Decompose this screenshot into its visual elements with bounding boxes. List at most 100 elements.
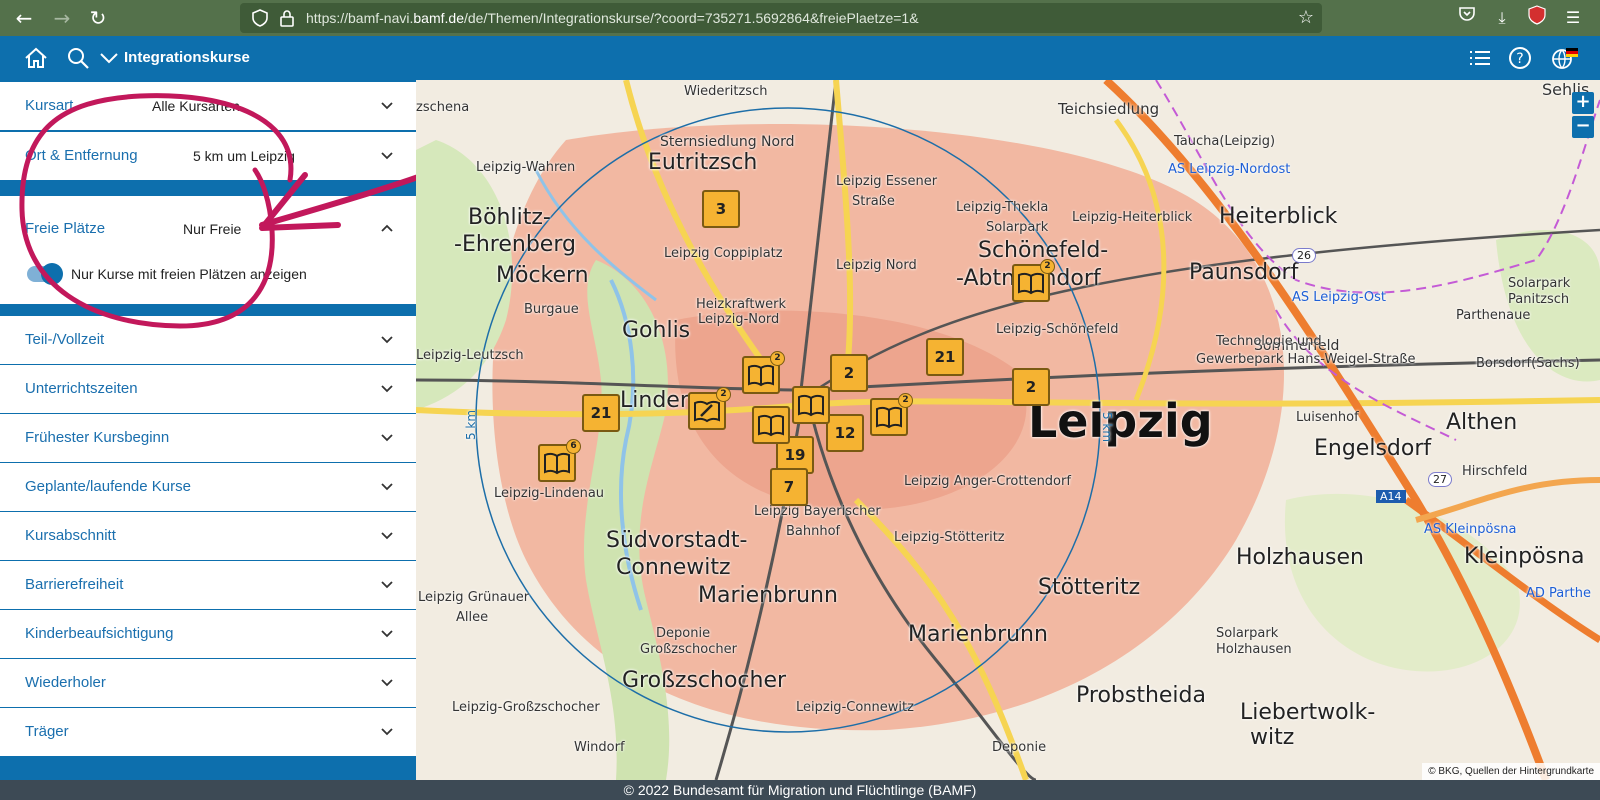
place-label: Panitzsch bbox=[1508, 292, 1570, 307]
place-label: Leipzig-Heiterblick bbox=[1072, 210, 1193, 225]
menu-hamburger-icon[interactable]: ☰ bbox=[1560, 5, 1586, 31]
chevron-down-icon[interactable] bbox=[98, 44, 120, 72]
course-book-marker[interactable]: 2 bbox=[870, 393, 913, 436]
filter-row[interactable]: Geplante/laufende Kurse bbox=[0, 463, 416, 511]
place-label: Solarpark bbox=[986, 220, 1049, 235]
filter-label: Unterrichtszeiten bbox=[25, 380, 138, 397]
free-places-toggle[interactable] bbox=[27, 263, 63, 285]
search-icon[interactable] bbox=[64, 44, 92, 72]
place-label: -Ehrenberg bbox=[454, 232, 576, 257]
filter-row[interactable]: Wiederholer bbox=[0, 659, 416, 707]
map-view[interactable]: Eutritzsch Böhlitz- -Ehrenberg Möckern G… bbox=[416, 80, 1600, 780]
filter-row[interactable]: Unterrichtszeiten bbox=[0, 365, 416, 413]
download-icon[interactable]: ⤓ bbox=[1489, 5, 1515, 31]
filter-row[interactable]: Barrierefreiheit bbox=[0, 561, 416, 609]
course-cluster-marker[interactable]: 21 bbox=[582, 394, 620, 432]
browser-toolbar: ← → ↻ https://bamf-navi.bamf.de/de/Theme… bbox=[0, 0, 1600, 36]
list-icon[interactable] bbox=[1466, 44, 1494, 72]
place-label: Windorf bbox=[574, 740, 625, 755]
zoom-in-button[interactable]: + bbox=[1572, 92, 1594, 114]
reload-icon[interactable]: ↻ bbox=[84, 4, 112, 32]
filter-label: Teil-/Vollzeit bbox=[25, 331, 105, 348]
toggle-label: Nur Kurse mit freien Plätzen anzeigen bbox=[71, 266, 307, 282]
svg-text:?: ? bbox=[1516, 51, 1523, 67]
chevron-down-icon bbox=[381, 679, 393, 687]
place-label: Gohlis bbox=[622, 318, 691, 343]
place-label: Sternsiedlung Nord bbox=[660, 134, 795, 150]
course-book-marker[interactable] bbox=[792, 386, 830, 424]
forward-arrow-icon[interactable]: → bbox=[48, 4, 76, 32]
place-label: Stötteritz bbox=[1038, 575, 1141, 600]
place-label: Luisenhof bbox=[1296, 410, 1359, 425]
place-label: Leipzig-Lindenau bbox=[494, 486, 605, 501]
course-cluster-marker[interactable]: 21 bbox=[926, 338, 964, 376]
course-cluster-marker[interactable]: 2 bbox=[1012, 368, 1050, 406]
chevron-down-icon bbox=[381, 385, 393, 393]
place-label: Deponie bbox=[992, 740, 1047, 755]
app-header: Integrationskurse ? bbox=[0, 36, 1600, 80]
bookmark-star-icon[interactable]: ☆ bbox=[1298, 7, 1314, 28]
place-label: Probstheida bbox=[1076, 683, 1206, 708]
place-label: Burgaue bbox=[524, 302, 579, 317]
place-label: Heiterblick bbox=[1219, 204, 1338, 229]
home-icon[interactable] bbox=[22, 44, 50, 72]
course-cluster-marker[interactable]: 7 bbox=[770, 468, 808, 506]
course-book-marker[interactable]: 2 bbox=[742, 351, 785, 394]
place-label: Engelsdorf bbox=[1314, 436, 1432, 461]
radius-label: 5 km bbox=[464, 409, 479, 441]
chevron-up-icon[interactable] bbox=[380, 221, 394, 235]
place-label: Allee bbox=[456, 610, 489, 625]
motorway-label: AS Kleinpösna bbox=[1424, 522, 1517, 537]
course-cluster-marker[interactable]: 3 bbox=[702, 190, 740, 228]
zoom-out-button[interactable]: − bbox=[1572, 116, 1594, 138]
place-label: Großzschocher bbox=[622, 668, 787, 693]
course-book-marker[interactable]: 2 bbox=[1012, 259, 1055, 302]
language-globe-icon[interactable] bbox=[1550, 44, 1578, 72]
course-cluster-marker[interactable]: 2 bbox=[830, 354, 868, 392]
place-label: Leipzig-Connewitz bbox=[796, 700, 914, 715]
chevron-down-icon bbox=[381, 434, 393, 442]
place-label: Hirschfeld bbox=[1462, 464, 1528, 479]
filter-label: Kursart bbox=[25, 97, 74, 114]
road-number: 26 bbox=[1292, 248, 1316, 263]
filter-row[interactable]: Träger bbox=[0, 708, 416, 756]
filter-row[interactable]: Kinderbeaufsichtigung bbox=[0, 610, 416, 658]
place-label: Solarpark bbox=[1508, 276, 1571, 291]
filter-sidebar: Kursart Alle Kursarten Ort & Entfernung … bbox=[0, 80, 416, 780]
place-label: Möckern bbox=[496, 263, 589, 288]
marker-count-badge: 2 bbox=[1040, 259, 1055, 274]
filter-ort-entfernung[interactable]: Ort & Entfernung 5 km um Leipzig bbox=[0, 132, 416, 180]
chevron-down-icon bbox=[381, 336, 393, 344]
filter-kursart[interactable]: Kursart Alle Kursarten bbox=[0, 82, 416, 130]
place-label: Liebertwolk- bbox=[1240, 700, 1376, 725]
place-label: Leipzig Coppiplatz bbox=[664, 246, 783, 261]
place-label: Solarpark bbox=[1216, 626, 1279, 641]
filter-label: Ort & Entfernung bbox=[25, 147, 138, 164]
place-label: Leipzig-Schönefeld bbox=[996, 322, 1119, 337]
open-book-icon bbox=[758, 414, 784, 437]
filter-row[interactable]: Teil-/Vollzeit bbox=[0, 316, 416, 364]
help-icon[interactable]: ? bbox=[1506, 44, 1534, 72]
filter-label: Träger bbox=[25, 723, 69, 740]
back-arrow-icon[interactable]: ← bbox=[10, 4, 38, 32]
url-text: https://bamf-navi.bamf.de/de/Themen/Inte… bbox=[306, 10, 919, 26]
course-book-marker[interactable] bbox=[752, 406, 790, 444]
course-book-marker[interactable]: 6 bbox=[538, 439, 581, 482]
address-bar[interactable]: https://bamf-navi.bamf.de/de/Themen/Inte… bbox=[240, 3, 1322, 33]
course-cluster-marker[interactable]: 12 bbox=[826, 414, 864, 452]
place-label: Marienbrunn bbox=[698, 583, 838, 608]
place-label: Leipzig Grünauer bbox=[418, 590, 530, 605]
filter-label: Frühester Kursbeginn bbox=[25, 429, 170, 446]
extension-shield-icon[interactable] bbox=[1524, 5, 1550, 31]
filter-row[interactable]: Frühester Kursbeginn bbox=[0, 414, 416, 462]
place-label: Straße bbox=[852, 194, 895, 209]
course-book-marker[interactable]: 2 bbox=[688, 387, 731, 430]
filter-label[interactable]: Freie Plätze bbox=[25, 196, 105, 262]
pocket-icon[interactable] bbox=[1454, 5, 1480, 31]
filter-label: Wiederholer bbox=[25, 674, 106, 691]
place-label: Teichsiedlung bbox=[1058, 100, 1160, 118]
marker-count-badge: 6 bbox=[566, 439, 581, 454]
place-label: Technologie und bbox=[1216, 334, 1322, 349]
filter-row[interactable]: Kursabschnitt bbox=[0, 512, 416, 560]
filter-label: Kursabschnitt bbox=[25, 527, 116, 544]
